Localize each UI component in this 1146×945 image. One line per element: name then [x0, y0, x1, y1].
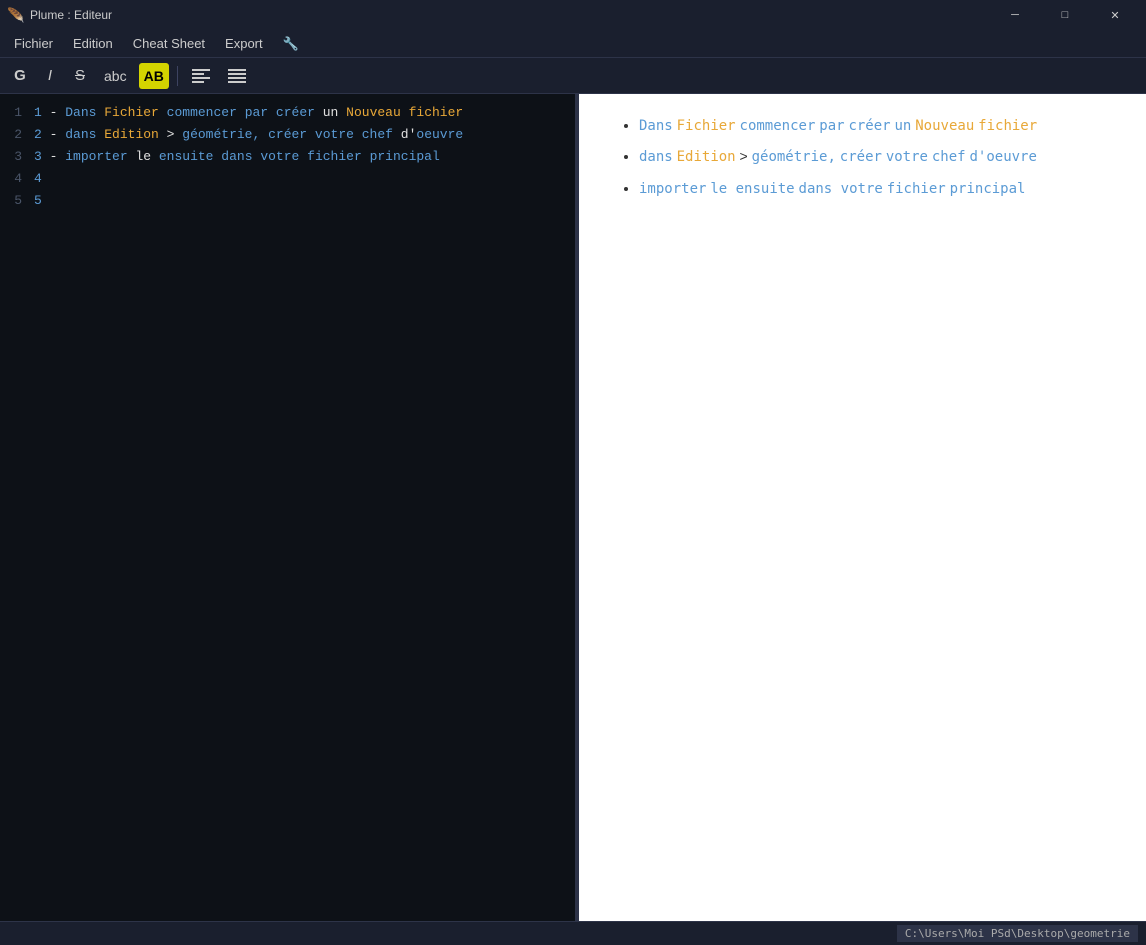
menu-tools[interactable]: 🔧 [273, 32, 309, 56]
minimize-button[interactable]: ─ [992, 0, 1038, 30]
line-num-2: 2 [0, 124, 22, 146]
editor-line-4: 4 [34, 168, 567, 190]
line-num-3: 3 [0, 146, 22, 168]
menu-edition[interactable]: Edition [63, 32, 123, 56]
align-justify-button[interactable] [222, 63, 252, 89]
plain-button[interactable]: abc [98, 63, 133, 89]
strikethrough-button[interactable]: S [68, 63, 92, 89]
bold-button[interactable]: G [8, 63, 32, 89]
close-button[interactable]: ✕ [1092, 0, 1138, 30]
titlebar-left: 🪶 Plume : Editeur [8, 7, 112, 23]
app-icon: 🪶 [8, 7, 24, 23]
toolbar: G I S abc AB [0, 58, 1146, 94]
preview-pane: Dans Fichier commencer par créer un Nouv… [579, 94, 1146, 921]
editor-line-1: 1 - Dans Fichier commencer par créer un … [34, 102, 567, 124]
highlight-button[interactable]: AB [139, 63, 169, 89]
status-path: C:\Users\Moi PSd\Desktop\geometrie [897, 925, 1138, 942]
main-area: 1 2 3 4 5 1 - Dans Fichier commencer par… [0, 94, 1146, 921]
menu-fichier[interactable]: Fichier [4, 32, 63, 56]
toolbar-separator-1 [177, 66, 178, 86]
preview-item-2: dans Edition > géométrie, créer votre ch… [639, 145, 1106, 168]
editor-line-2: 2 - dans Edition > géométrie, créer votr… [34, 124, 567, 146]
editor-content[interactable]: 1 - Dans Fichier commencer par créer un … [30, 94, 575, 921]
line-num-5: 5 [0, 190, 22, 212]
line-num-1: 1 [0, 102, 22, 124]
editor-line-5: 5 [34, 190, 567, 212]
align-left-button[interactable] [186, 63, 216, 89]
menubar: Fichier Edition Cheat Sheet Export 🔧 [0, 30, 1146, 58]
editor-line-3: 3 - importer le ensuite dans votre fichi… [34, 146, 567, 168]
menu-cheatsheet[interactable]: Cheat Sheet [123, 32, 215, 56]
preview-item-1: Dans Fichier commencer par créer un Nouv… [639, 114, 1106, 137]
titlebar-title: Plume : Editeur [30, 8, 112, 22]
line-num-4: 4 [0, 168, 22, 190]
maximize-button[interactable]: □ [1042, 0, 1088, 30]
titlebar: 🪶 Plume : Editeur ─ □ ✕ [0, 0, 1146, 30]
window-controls: ─ □ ✕ [992, 0, 1138, 30]
preview-item-3: importer le ensuite dans votre fichier p… [639, 177, 1106, 200]
line-numbers: 1 2 3 4 5 [0, 94, 30, 921]
editor-pane[interactable]: 1 2 3 4 5 1 - Dans Fichier commencer par… [0, 94, 575, 921]
italic-button[interactable]: I [38, 63, 62, 89]
menu-export[interactable]: Export [215, 32, 273, 56]
statusbar: C:\Users\Moi PSd\Desktop\geometrie [0, 921, 1146, 945]
preview-list: Dans Fichier commencer par créer un Nouv… [619, 114, 1106, 200]
